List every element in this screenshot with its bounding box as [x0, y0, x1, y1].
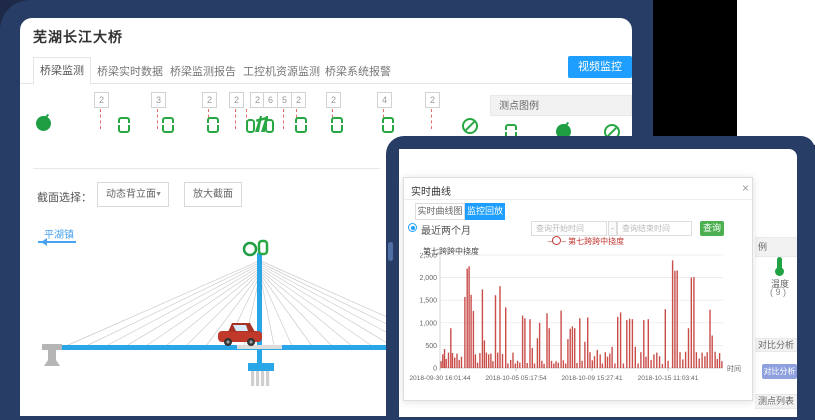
- query-button[interactable]: 查询: [700, 221, 724, 236]
- svg-text:2,500: 2,500: [419, 253, 437, 260]
- point-list-header: 测点列表: [755, 394, 797, 409]
- no-entry-sensor-icon[interactable]: [462, 118, 478, 134]
- sensor-count-badge: 4: [377, 92, 392, 108]
- video-monitor-button[interactable]: 视频监控: [568, 56, 632, 78]
- link-sensor-icon[interactable]: [331, 117, 343, 133]
- svg-text:500: 500: [425, 343, 437, 350]
- section-select-value: 动态背立面: [106, 189, 156, 200]
- sensor-dropline: [283, 109, 284, 129]
- screenshot-stage: 芜湖长江大桥 桥梁监测 桥梁实时数据 桥梁监测报告 工控机资源监测 桥梁系统报警…: [0, 0, 815, 420]
- background-white-region: [737, 0, 815, 145]
- dialog-title: 实时曲线: [411, 183, 451, 198]
- bridge-deck: [58, 345, 392, 350]
- chart-legend: –– 第七跨跨中挠度: [548, 236, 624, 247]
- sensor-count-badge: 6: [263, 92, 278, 108]
- bridge-pylon: [257, 253, 262, 371]
- link-sensor-icon[interactable]: [162, 117, 174, 133]
- chart-svg: 2,500 2,000 1,500 1,000 500 0 2018-09-30 16:01…: [403, 253, 743, 385]
- bridge-center-pier: [248, 363, 274, 386]
- section-select-label: 截面选择：: [37, 189, 92, 205]
- tab-bar-divider: [20, 83, 632, 84]
- svg-text:2018-10-05 05:17:54: 2018-10-05 05:17:54: [485, 375, 547, 382]
- svg-text:2018-10-09 15:27:41: 2018-10-09 15:27:41: [561, 375, 623, 382]
- side-panel-header-partial: 例: [755, 237, 797, 257]
- legend-marker-icon: [552, 236, 561, 245]
- tab-bridge-system-alarm[interactable]: 桥梁系统报警: [325, 63, 391, 79]
- tab-monitor-playback[interactable]: 监控回放: [465, 203, 505, 220]
- gauge-sensor-icon[interactable]: [36, 116, 51, 131]
- sensor-count-badge: 2: [94, 92, 109, 108]
- sensor-count-badge: 5: [277, 92, 292, 108]
- section-divider: [33, 168, 380, 169]
- chevron-down-icon: ▼: [155, 183, 162, 206]
- thermometer-icon[interactable]: [777, 257, 782, 270]
- sensor-count-badge: 2: [291, 92, 306, 108]
- section-select[interactable]: 动态背立面 ▼: [97, 182, 169, 207]
- zoom-section-button[interactable]: 放大截面: [184, 182, 242, 207]
- sensor-dropline: [235, 109, 236, 129]
- temperature-count: ( 9 ): [770, 287, 786, 297]
- dialog-header-divider: [404, 199, 752, 200]
- sensor-dropline: [100, 109, 101, 129]
- svg-text:2018-10-15 11:03:41: 2018-10-15 11:03:41: [638, 375, 699, 382]
- bridge-deck-joint: [237, 345, 282, 349]
- sensor-count-badge: 2: [425, 92, 440, 108]
- sensor-count-badge: 2: [229, 92, 244, 108]
- query-end-time-input[interactable]: [617, 221, 692, 236]
- svg-text:2,000: 2,000: [419, 275, 437, 282]
- pylon-top-sensor-icons[interactable]: [244, 241, 267, 255]
- legend-panel-header: 测点图例: [490, 95, 632, 116]
- link-sensor-icon[interactable]: [295, 117, 307, 133]
- svg-text:1,500: 1,500: [419, 298, 437, 305]
- link-sensor-icon[interactable]: [382, 117, 394, 133]
- sensor-count-badge: 3: [151, 92, 166, 108]
- link-sensor-icon[interactable]: [118, 117, 130, 133]
- bridge-left-pier: [42, 344, 62, 366]
- svg-text:0: 0: [433, 366, 437, 373]
- svg-text:时间: 时间: [727, 364, 741, 373]
- date-range-separator: -: [608, 221, 617, 236]
- compare-analysis-header: 对比分析: [755, 338, 797, 352]
- recent-two-months-label: 最近两个月: [421, 222, 471, 237]
- tab-ipc-resource-monitor[interactable]: 工控机资源监测: [243, 63, 320, 79]
- query-start-time-input[interactable]: [531, 221, 607, 236]
- link-sensor-icon[interactable]: [207, 117, 219, 133]
- close-icon[interactable]: ×: [742, 181, 749, 195]
- scrollbar-thumb[interactable]: [388, 242, 393, 261]
- deflection-chart: 2,500 2,000 1,500 1,000 500 0 2018-09-30 16:01…: [403, 253, 743, 385]
- sensor-dropline: [431, 109, 432, 129]
- bridge-diagram: [22, 235, 392, 415]
- sensor-dropline: [157, 109, 158, 129]
- compare-analysis-button[interactable]: 对比分析: [762, 364, 797, 379]
- page-title: 芜湖长江大桥: [33, 27, 123, 47]
- pylon-sensor-icon[interactable]: [246, 112, 274, 134]
- svg-text:1,000: 1,000: [419, 320, 437, 327]
- tab-bridge-monitor-report[interactable]: 桥梁监测报告: [170, 63, 236, 79]
- tab-bridge-monitoring[interactable]: 桥梁监测: [33, 57, 91, 84]
- sensor-count-badge: 2: [202, 92, 217, 108]
- car: [218, 323, 262, 346]
- svg-text:2018-09-30 16:01:44: 2018-09-30 16:01:44: [409, 375, 471, 382]
- tab-realtime-curve-chart[interactable]: 实时曲线图: [415, 203, 465, 220]
- recent-two-months-radio[interactable]: [408, 223, 417, 232]
- sensor-count-badge: 2: [326, 92, 341, 108]
- background-black-region: [653, 0, 737, 145]
- tab-bridge-realtime-data[interactable]: 桥梁实时数据: [97, 63, 163, 79]
